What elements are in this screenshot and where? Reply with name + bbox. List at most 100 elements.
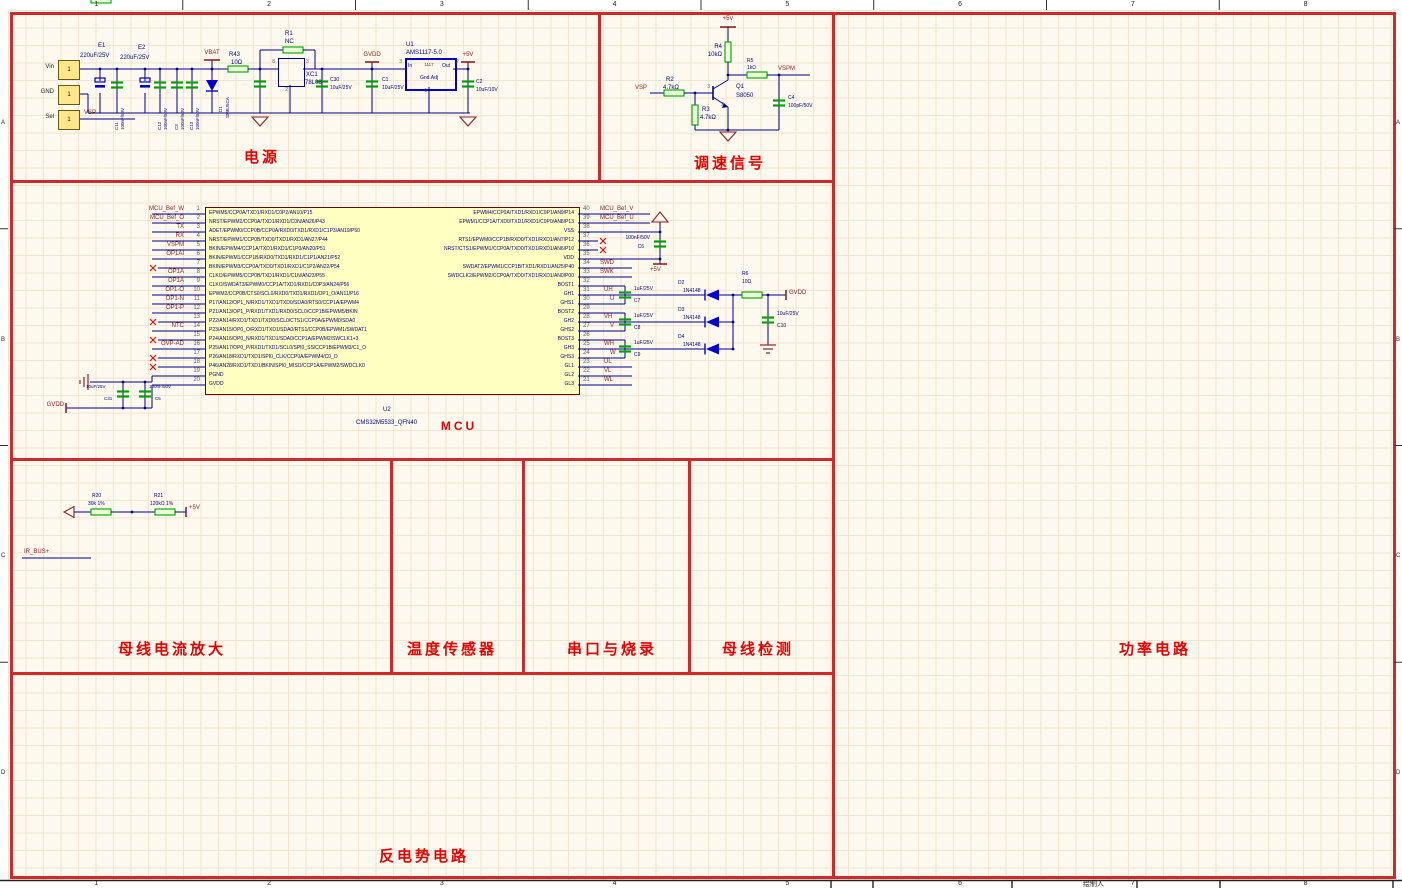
capacitor-symbol	[619, 318, 631, 320]
designator: R5	[747, 59, 753, 64]
designator: D3	[678, 308, 684, 313]
designator: U1	[406, 42, 414, 48]
pin-number: 3	[306, 60, 309, 65]
capacitor-symbol	[762, 321, 774, 323]
net-label: MCU_Bef_V	[600, 206, 633, 212]
pin-function: P25/AN17/OP0_P/RXD1/TXD1/SCL0/SPI0_SS/CC…	[209, 346, 366, 351]
pin-function: P23/AN15/OP0_O/RXD1/TXD1/SDA0/RTS1/CCP0B…	[209, 328, 367, 333]
pin-number: 20	[193, 377, 200, 383]
net-label: GVDD	[363, 52, 380, 58]
capacitor-symbol	[619, 296, 631, 298]
junction-dot	[122, 381, 125, 384]
junction-dot	[159, 68, 162, 71]
zone-number: 1	[94, 880, 98, 887]
zone-number: 7	[1131, 1, 1135, 8]
pin-number: 12	[193, 305, 200, 311]
capacitor-symbol	[619, 291, 631, 293]
capacitor-symbol	[254, 80, 266, 82]
pin-function: EPWM2/CCP0B/CTS0/SCL0/RXD0/TXD1/RXD1/OP1…	[209, 292, 359, 297]
designator: U2	[383, 407, 391, 413]
value: 10Ω	[742, 280, 751, 285]
input-label: Vin	[45, 64, 54, 70]
pin-number: 21	[583, 377, 590, 383]
designator: C3	[175, 124, 180, 130]
designator: D2	[678, 281, 684, 286]
zone-letter: C	[1396, 553, 1400, 559]
pin-function: BKIN/EPWM4/CCP1A/TXD1/RXD1/C1P0/AN20/P51	[209, 247, 325, 252]
net-label: OP1AI	[166, 251, 184, 257]
designator: C2	[476, 80, 482, 85]
value: 10Ω	[231, 60, 242, 66]
net-label: OVP-AD	[161, 341, 184, 347]
capacitor-symbol	[619, 345, 631, 347]
net-label: V	[610, 323, 614, 329]
resistor-symbol	[228, 66, 248, 72]
pin-number: 30	[583, 296, 590, 302]
value: NC	[285, 39, 294, 45]
pin-function: GL2	[565, 373, 574, 378]
net-label: W	[610, 350, 616, 356]
pin-number: 17	[193, 350, 200, 356]
pin-function: VDD	[563, 256, 574, 261]
net-label: OP1A	[168, 278, 184, 284]
net-label: SWD	[600, 260, 614, 266]
zone-number: 8	[1304, 1, 1308, 8]
zone-number: 8	[1304, 880, 1308, 887]
designator: R2	[666, 77, 674, 83]
value: 100nF/50V	[121, 108, 126, 130]
pin-function: P22/AN14/RXD1/TXD1/TXD0/SCL0/CTS1/CCP0A/…	[209, 319, 355, 324]
diode-symbol	[706, 317, 719, 328]
pin-number: 4	[197, 233, 200, 239]
pin-function: GHS2	[560, 328, 574, 333]
zone-number: 6	[958, 880, 962, 887]
net-label: UH	[604, 287, 613, 293]
pin-number: 27	[583, 323, 590, 329]
diode-symbol	[706, 344, 719, 355]
designator: C12	[158, 122, 163, 130]
value: 100nF/50V	[196, 108, 201, 130]
pin-number: 29	[583, 305, 590, 311]
section-title: 电源	[244, 150, 280, 165]
pin-number: 33	[583, 269, 590, 275]
designator: C10	[777, 324, 786, 329]
pin-function: GHS1	[560, 301, 574, 306]
value: 1uF/25V	[634, 287, 653, 292]
pin-function: PGND	[209, 373, 223, 378]
pin-number: 8	[197, 269, 200, 275]
resistor-symbol	[725, 42, 731, 62]
section-title: 调速信号	[694, 156, 766, 171]
pin-function: P26/AN18/RXD1/TXD1/SPI0_CLK/CCP0A/EPWM4/…	[209, 355, 338, 360]
pin-number: 7	[197, 260, 200, 266]
zone-number: 2	[267, 880, 271, 887]
section-title: 反电势电路	[379, 849, 469, 864]
junction-dot	[191, 68, 194, 71]
pin-name: Gnd.Adj	[420, 76, 438, 81]
junction-dot	[99, 68, 102, 71]
pin-number: 23	[583, 359, 590, 365]
pin-number: 28	[583, 314, 590, 320]
pin-function: GL1	[565, 364, 574, 369]
pin-function: BOST1	[558, 283, 574, 288]
designator: R1	[285, 31, 293, 37]
net-label: TX	[176, 224, 184, 230]
value: 100nF/50V	[149, 385, 171, 390]
ground-symbol	[252, 117, 268, 126]
zone-letter: D	[1, 770, 5, 776]
capacitor-symbol	[366, 85, 378, 87]
capacitor-symbol	[462, 85, 474, 87]
junction-dot	[211, 68, 214, 71]
pin-function: P17/AN12/OP1_N/RXD1/TXD1/TXD0/SDA0/RTS0/…	[209, 301, 359, 306]
junction-dot	[659, 231, 662, 234]
value: 1N4148	[683, 316, 701, 321]
title-block-label: 绘制人	[1083, 881, 1104, 888]
resistor-symbol	[742, 292, 762, 298]
pin-function: GHS3	[560, 355, 574, 360]
zone-number: 7	[1131, 880, 1135, 887]
pin-function: GL3	[565, 382, 574, 387]
value: 10kΩ	[708, 52, 722, 58]
net-label: UL	[604, 359, 612, 365]
junction-dot	[659, 258, 662, 261]
pin-number: 2	[721, 103, 724, 108]
value: 1N4148	[683, 289, 701, 294]
pin-number: 11	[194, 296, 200, 302]
